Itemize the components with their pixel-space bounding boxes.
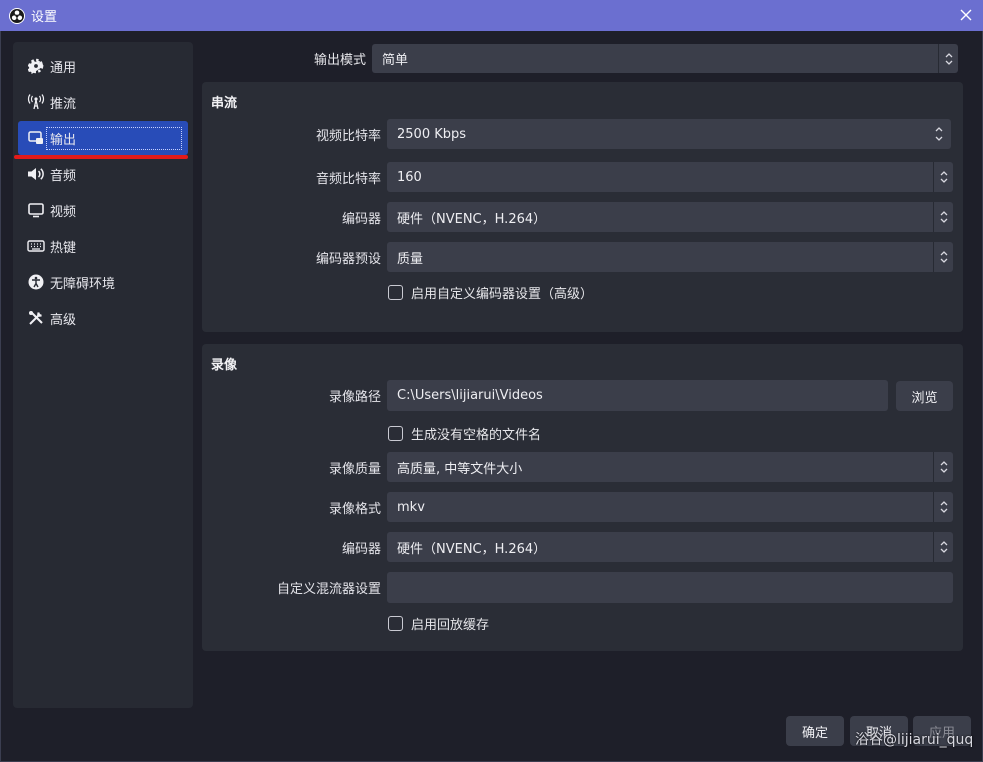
encoder-preset-row: 编码器预设 质量 [202, 242, 963, 272]
recording-quality-select[interactable]: 高质量, 中等文件大小 [387, 452, 953, 482]
recording-path-input[interactable]: C:\Users\lijiarui\Videos [387, 379, 888, 411]
stream-encoder-select[interactable]: 硬件（NVENC，H.264） [387, 202, 953, 232]
encoder-preset-value: 质量 [397, 251, 424, 267]
recording-format-select[interactable]: mkv [387, 492, 953, 522]
audio-bitrate-row: 音频比特率 160 [202, 162, 963, 192]
streaming-group-title: 串流 [211, 96, 238, 111]
speaker-icon [27, 165, 45, 183]
ok-button[interactable]: 确定 [786, 716, 844, 746]
updown-chevron-icon [933, 532, 953, 562]
sidebar-item-label: 无障碍环境 [50, 276, 116, 292]
browse-button[interactable]: 浏览 [896, 381, 953, 411]
checkbox-box[interactable] [388, 616, 403, 631]
output-mode-select[interactable]: 简单 [372, 44, 958, 73]
sidebar-item-label: 音频 [50, 168, 77, 184]
recording-format-label: 录像格式 [328, 501, 381, 517]
sidebar-item-label: 视频 [50, 204, 77, 220]
sidebar-item-label: 输出 [46, 126, 182, 150]
checkbox-box[interactable] [388, 426, 403, 441]
recording-format-value: mkv [397, 499, 425, 515]
stream-encoder-value: 硬件（NVENC，H.264） [397, 211, 547, 227]
recording-encoder-row: 编码器 硬件（NVENC，H.264） [202, 532, 963, 562]
updown-chevron-icon [933, 162, 953, 192]
audio-bitrate-select[interactable]: 160 [387, 162, 953, 192]
sidebar-item-label: 推流 [50, 96, 77, 112]
streaming-group: 串流 视频比特率 2500 Kbps 音频比特率 160 编码器 硬件（NVEN… [202, 82, 963, 332]
no-space-filename-checkbox-label: 生成没有空格的文件名 [411, 428, 542, 443]
no-space-filename-checkbox[interactable]: 生成没有空格的文件名 [388, 424, 541, 443]
recording-quality-row: 录像质量 高质量, 中等文件大小 [202, 452, 963, 482]
updown-chevron-icon [933, 202, 953, 232]
updown-chevron-icon [933, 492, 953, 522]
settings-window: 通用 推流 输出 音频 视频 热键 无障碍环境 高级 输出模式 简单 串流 视频… [0, 31, 983, 762]
video-bitrate-label: 视频比特率 [315, 128, 381, 144]
custom-encoder-checkbox-label: 启用自定义编码器设置（高级） [411, 287, 594, 302]
monitor-icon [27, 201, 45, 219]
video-bitrate-spinbox[interactable]: 2500 Kbps [387, 119, 951, 149]
watermark-text: 浴谷@lijiarui_quq [855, 732, 974, 748]
updown-chevron-icon [933, 452, 953, 482]
accessibility-icon [27, 273, 45, 291]
sidebar-item-output[interactable]: 输出 [18, 121, 188, 155]
gear-icon [27, 57, 45, 75]
sidebar-item-advanced[interactable]: 高级 [18, 301, 188, 335]
output-mode-label: 输出模式 [313, 53, 366, 68]
audio-bitrate-label: 音频比特率 [315, 171, 381, 187]
output-icon [27, 129, 45, 147]
updown-chevron-icon [938, 44, 958, 73]
close-button[interactable] [957, 6, 975, 24]
recording-path-value: C:\Users\lijiarui\Videos [397, 387, 543, 403]
output-mode-row: 输出模式 简单 [202, 44, 963, 73]
sidebar-item-audio[interactable]: 音频 [18, 157, 188, 191]
updown-chevron-icon [933, 242, 953, 272]
sidebar-item-stream[interactable]: 推流 [18, 85, 188, 119]
muxer-settings-row: 自定义混流器设置 [202, 572, 963, 603]
replay-buffer-checkbox[interactable]: 启用回放缓存 [388, 614, 489, 633]
spin-arrows-icon[interactable] [931, 119, 947, 149]
recording-path-row: 录像路径 C:\Users\lijiarui\Videos [202, 379, 963, 411]
recording-group: 录像 录像路径 C:\Users\lijiarui\Videos 浏览 生成没有… [202, 344, 963, 651]
sidebar-item-accessibility[interactable]: 无障碍环境 [18, 265, 188, 299]
recording-path-label: 录像路径 [328, 389, 381, 405]
video-bitrate-row: 视频比特率 2500 Kbps [202, 119, 963, 149]
tools-icon [27, 309, 45, 327]
recording-encoder-label: 编码器 [341, 541, 381, 557]
sidebar-item-video[interactable]: 视频 [18, 193, 188, 227]
antenna-icon [27, 93, 45, 111]
encoder-preset-label: 编码器预设 [315, 251, 381, 267]
sidebar-item-label: 高级 [50, 312, 77, 328]
custom-encoder-checkbox[interactable]: 启用自定义编码器设置（高级） [388, 283, 593, 302]
annotation-underline [14, 155, 188, 159]
encoder-preset-select[interactable]: 质量 [387, 242, 953, 272]
recording-format-row: 录像格式 mkv [202, 492, 963, 522]
recording-encoder-value: 硬件（NVENC，H.264） [397, 541, 547, 557]
recording-quality-value: 高质量, 中等文件大小 [397, 461, 523, 477]
muxer-settings-label: 自定义混流器设置 [276, 582, 381, 597]
settings-sidebar: 通用 推流 输出 音频 视频 热键 无障碍环境 高级 [13, 42, 193, 708]
sidebar-item-general[interactable]: 通用 [18, 49, 188, 83]
main-panel: 输出模式 简单 串流 视频比特率 2500 Kbps 音频比特率 160 编码器… [202, 31, 971, 762]
recording-encoder-select[interactable]: 硬件（NVENC，H.264） [387, 532, 953, 562]
title-bar: 设置 [0, 0, 983, 31]
video-bitrate-value: 2500 Kbps [397, 126, 467, 142]
replay-buffer-checkbox-label: 启用回放缓存 [411, 618, 490, 633]
checkbox-box[interactable] [388, 285, 403, 300]
recording-quality-label: 录像质量 [328, 461, 381, 477]
output-mode-value: 简单 [382, 53, 409, 68]
sidebar-item-label: 热键 [50, 240, 77, 256]
sidebar-item-hotkeys[interactable]: 热键 [18, 229, 188, 263]
obs-logo-icon [9, 7, 25, 24]
sidebar-item-label: 通用 [50, 60, 77, 76]
window-title: 设置 [31, 10, 58, 25]
keyboard-icon [27, 237, 45, 255]
stream-encoder-row: 编码器 硬件（NVENC，H.264） [202, 202, 963, 232]
audio-bitrate-value: 160 [397, 169, 422, 185]
muxer-settings-input[interactable] [387, 572, 953, 603]
recording-group-title: 录像 [211, 358, 238, 373]
stream-encoder-label: 编码器 [341, 211, 381, 227]
close-icon [960, 9, 972, 21]
